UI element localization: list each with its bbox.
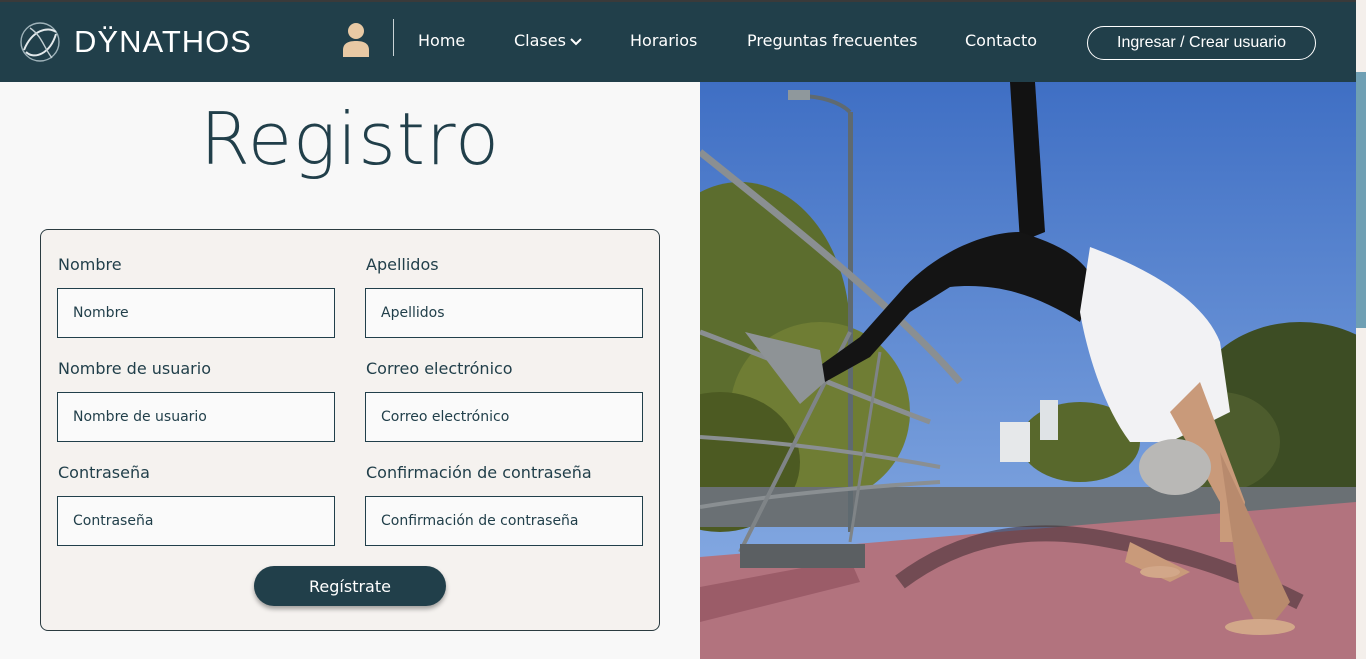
- brand-name: DŸNATHOS: [74, 24, 252, 59]
- scrollbar-thumb[interactable]: [1356, 72, 1366, 328]
- dynathos-logo-icon: [20, 22, 60, 62]
- usuario-input[interactable]: [57, 392, 335, 442]
- registration-form: Nombre Apellidos Nombre de usuario Corre…: [40, 229, 660, 631]
- nav-horarios[interactable]: Horarios: [630, 31, 697, 51]
- contrasena-input[interactable]: [57, 496, 335, 546]
- contrasena-label: Contraseña: [58, 463, 150, 482]
- nav-home[interactable]: Home: [418, 31, 465, 51]
- nav-preguntas-frecuentes[interactable]: Preguntas frecuentes: [747, 31, 917, 51]
- correo-label: Correo electrónico: [366, 359, 513, 378]
- page-title: Registro: [199, 97, 501, 181]
- nav-divider: [393, 19, 394, 56]
- nav-clases-label: Clases: [514, 31, 566, 50]
- nombre-input[interactable]: [57, 288, 335, 338]
- hero-photo: [700, 82, 1356, 659]
- user-icon[interactable]: [341, 22, 371, 58]
- nav-clases[interactable]: Clases: [514, 31, 582, 51]
- apellidos-input[interactable]: [365, 288, 643, 338]
- confirmacion-input[interactable]: [365, 496, 643, 546]
- apellidos-label: Apellidos: [366, 255, 439, 274]
- brand-logo[interactable]: DŸNATHOS: [18, 20, 252, 64]
- login-register-button[interactable]: Ingresar / Crear usuario: [1087, 26, 1316, 60]
- top-navbar: DŸNATHOS Home Clases Horarios Preguntas …: [0, 0, 1356, 82]
- correo-input[interactable]: [365, 392, 643, 442]
- usuario-label: Nombre de usuario: [58, 359, 211, 378]
- register-submit-button[interactable]: Regístrate: [254, 566, 446, 606]
- nombre-label: Nombre: [58, 255, 122, 274]
- confirmacion-label: Confirmación de contraseña: [366, 463, 592, 482]
- nav-contacto[interactable]: Contacto: [965, 31, 1037, 51]
- chevron-down-icon: [570, 37, 582, 45]
- hero-photo-illustration: [700, 82, 1356, 659]
